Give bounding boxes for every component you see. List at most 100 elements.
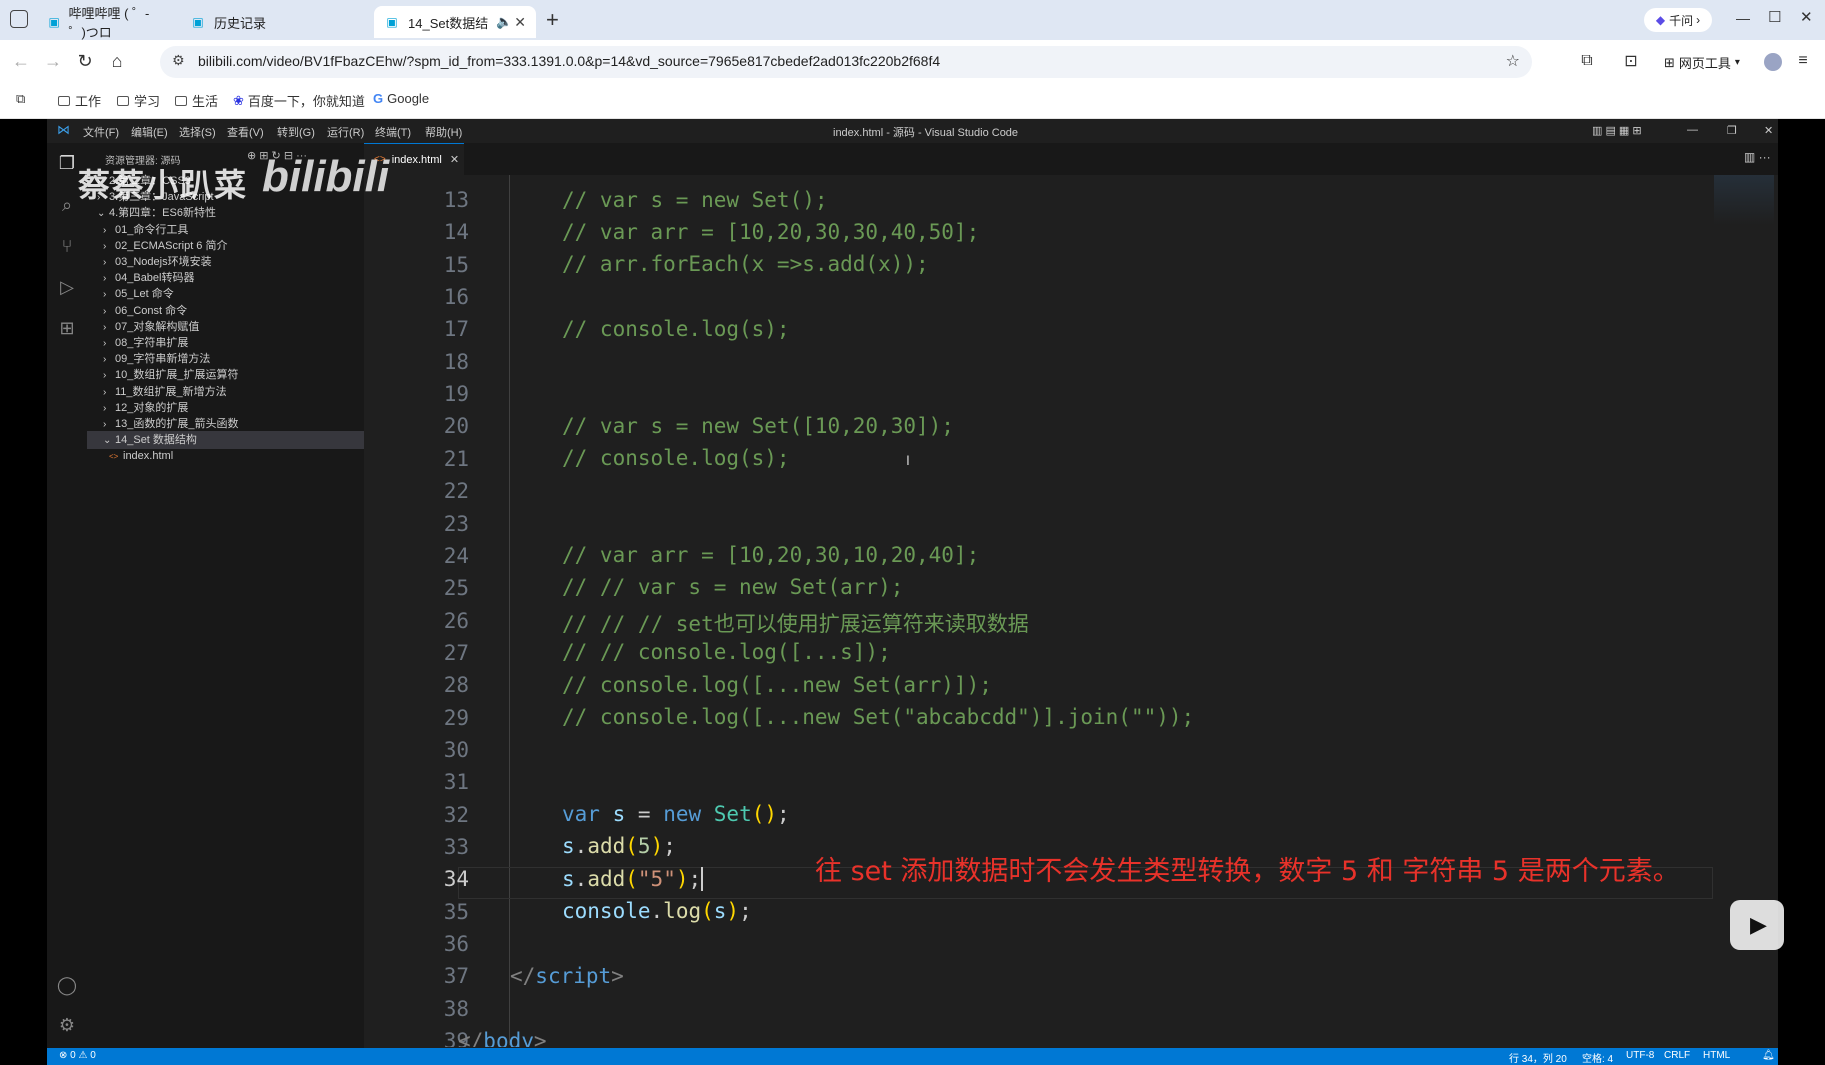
code-line-25[interactable]: // // var s = new Set(arr); xyxy=(562,575,903,599)
bell-icon[interactable]: 🔔︎ xyxy=(1762,1050,1775,1061)
menu-goto[interactable]: 转到(G) xyxy=(277,124,315,140)
code-line-28[interactable]: // console.log([...new Set(arr)]); xyxy=(562,673,992,697)
url-field[interactable]: ⚙ bilibili.com/video/BV1fFbazCEhw/?spm_i… xyxy=(160,46,1532,78)
close-tab-icon[interactable]: ✕ xyxy=(514,14,526,31)
bookmark-panel-icon[interactable]: ⧉ xyxy=(16,91,25,107)
menu-view[interactable]: 查看(V) xyxy=(227,124,264,140)
cursor-position[interactable]: 行 34，列 20 xyxy=(1509,1050,1567,1065)
vscode-close-icon[interactable]: ✕ xyxy=(1764,124,1773,137)
line-number: 15 xyxy=(443,252,469,277)
speaker-icon[interactable]: 🔈 xyxy=(496,14,512,30)
minimize-window-icon[interactable]: — xyxy=(1736,10,1750,26)
tab-label: 哔哩哔哩 ( ゜- ゜)つロ xyxy=(68,6,150,40)
vscode-restore-icon[interactable]: ❐ xyxy=(1727,124,1737,137)
back-arrow-icon[interactable]: ← xyxy=(8,48,34,74)
folder-icon xyxy=(175,95,187,106)
extensions-icon[interactable]: ⧉ xyxy=(1574,48,1600,74)
split-editor-icon[interactable]: ▥ ··· xyxy=(1744,150,1771,164)
play-button[interactable]: ▶ xyxy=(1730,900,1784,950)
tree-item-label: 11_数组扩展_新增方法 xyxy=(115,385,227,398)
qianwen-label: 千问 xyxy=(1669,13,1694,28)
encoding[interactable]: UTF-8 xyxy=(1626,1050,1654,1061)
code-line-27[interactable]: // // console.log([...s]); xyxy=(562,640,891,664)
code-line-26[interactable]: // // // set也可以使用扩展运算符来读取数据 xyxy=(562,608,1029,638)
bilibili-tv-icon: ▣ xyxy=(386,15,398,29)
qianwen-button[interactable]: ◆ 千问 › xyxy=(1644,8,1712,32)
code-line-34[interactable]: s.add("5"); xyxy=(562,867,704,891)
code-line-15[interactable]: // arr.forEach(x =>s.add(x)); xyxy=(562,252,929,276)
code-line-33[interactable]: s.add(5); xyxy=(562,834,676,858)
settings-gear-icon[interactable]: ⚙ xyxy=(57,1015,77,1035)
tree-item-label: 04_Babel转码器 xyxy=(115,272,195,285)
vscode-minimize-icon[interactable]: — xyxy=(1687,124,1698,136)
bookmark-baidu[interactable]: ❀ 百度一下，你就知道 xyxy=(233,91,365,110)
code-line-39[interactable]: </body> xyxy=(458,1029,547,1047)
tab-actions-icon[interactable] xyxy=(10,10,28,28)
close-window-icon[interactable]: ✕ xyxy=(1800,8,1813,26)
bookmark-folder-life[interactable]: 生活 xyxy=(175,91,218,110)
tree-file-item[interactable]: <> index.html xyxy=(87,447,386,465)
browser-tab-current[interactable]: ▣ 14_Set数据结 🔈 ✕ xyxy=(374,6,536,38)
profile-avatar-icon[interactable] xyxy=(1764,53,1782,71)
menu-selection[interactable]: 选择(S) xyxy=(179,124,216,140)
menu-terminal[interactable]: 终端(T) xyxy=(375,124,411,140)
chevron-down-icon: ▾ xyxy=(1734,57,1740,68)
new-tab-button[interactable]: + xyxy=(546,7,559,33)
line-number: 34 xyxy=(443,867,469,892)
folder-icon xyxy=(117,95,129,106)
menu-icon[interactable]: ≡ xyxy=(1790,48,1816,74)
bilibili-tv-icon: ▣ xyxy=(192,15,204,29)
code-line-29[interactable]: // console.log([...new Set("abcabcdd")].… xyxy=(562,705,1194,729)
menu-run[interactable]: 运行(R) xyxy=(327,124,364,140)
tree-item-label: 01_命令行工具 xyxy=(115,223,189,236)
code-line-13[interactable]: // var s = new Set(); xyxy=(562,188,828,212)
minimap[interactable] xyxy=(1714,175,1774,225)
code-line-35[interactable]: console.log(s); xyxy=(562,899,752,923)
forward-arrow-icon[interactable]: → xyxy=(40,48,66,74)
layout-toggles-icon[interactable]: ▥ ▤ ▦ ⊞ xyxy=(1592,124,1642,137)
line-number: 24 xyxy=(443,543,469,568)
search-icon[interactable]: ⌕ xyxy=(57,195,77,215)
close-editor-tab-icon[interactable]: ✕ xyxy=(450,153,459,166)
menu-edit[interactable]: 编辑(E) xyxy=(131,124,168,140)
language-mode[interactable]: HTML xyxy=(1703,1050,1730,1061)
editor-tabs: <> index.html ✕ ▥ ··· xyxy=(364,143,1778,175)
browser-tab-bilibili-home[interactable]: ▣ 哔哩哔哩 ( ゜- ゜)つロ xyxy=(38,6,178,40)
explorer-icon[interactable]: ❐ xyxy=(57,153,77,173)
code-line-20[interactable]: // var s = new Set([10,20,30]); xyxy=(562,414,954,438)
bookmark-folder-study[interactable]: 学习 xyxy=(117,91,160,110)
source-control-icon[interactable]: ⑂ xyxy=(57,236,77,256)
baidu-paw-icon: ❀ xyxy=(233,92,244,108)
extensions-icon[interactable]: ⊞ xyxy=(57,318,77,338)
web-tools-button[interactable]: ⊞ 网页工具 ▾ xyxy=(1664,53,1740,72)
line-number: 23 xyxy=(443,511,469,536)
maximize-window-icon[interactable]: ☐ xyxy=(1768,8,1781,26)
screenshot-icon[interactable]: ⊡ xyxy=(1618,48,1644,74)
account-icon[interactable]: ◯ xyxy=(57,975,77,995)
tree-item-label: 05_Let 命令 xyxy=(115,288,174,301)
line-number: 38 xyxy=(443,996,469,1021)
code-line-32[interactable]: var s = new Set(); xyxy=(562,802,790,826)
home-icon[interactable]: ⌂ xyxy=(104,48,130,74)
bookmark-folder-work[interactable]: 工作 xyxy=(58,91,101,110)
code-line-24[interactable]: // var arr = [10,20,30,10,20,40]; xyxy=(562,543,979,567)
line-ending[interactable]: CRLF xyxy=(1664,1050,1690,1061)
menu-file[interactable]: 文件(F) xyxy=(83,124,119,140)
indentation[interactable]: 空格: 4 xyxy=(1582,1050,1613,1065)
code-line-17[interactable]: // console.log(s); xyxy=(562,317,790,341)
code-line-14[interactable]: // var arr = [10,20,30,30,40,50]; xyxy=(562,220,979,244)
code-line-21[interactable]: // console.log(s); xyxy=(562,446,790,470)
line-number: 20 xyxy=(443,414,469,439)
bookmark-google[interactable]: G Google xyxy=(373,91,429,106)
menu-help[interactable]: 帮助(H) xyxy=(425,124,462,140)
site-info-icon[interactable]: ⚙ xyxy=(172,52,185,69)
browser-tab-history[interactable]: ▣ 历史记录 xyxy=(180,6,320,38)
line-number: 37 xyxy=(443,964,469,989)
line-number: 27 xyxy=(443,640,469,665)
line-number: 14 xyxy=(443,220,469,245)
bookmark-star-icon[interactable]: ☆ xyxy=(1506,51,1520,71)
code-line-37[interactable]: </script> xyxy=(510,964,624,988)
problems-indicator[interactable]: ⊗ 0 ⚠ 0 xyxy=(59,1050,96,1061)
run-debug-icon[interactable]: ▷ xyxy=(57,277,77,297)
reload-icon[interactable]: ↻ xyxy=(72,48,98,74)
